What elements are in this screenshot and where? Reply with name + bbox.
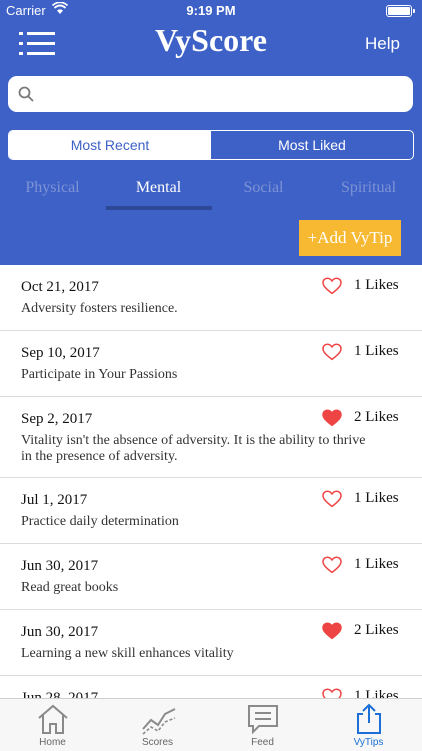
heart-icon[interactable] [322,490,342,508]
list-item[interactable]: Jun 28, 2017 1 Likes [0,676,422,698]
list-item[interactable]: Sep 2, 2017 2 Likes Vitality isn't the a… [0,397,422,478]
app-title: VyScore [155,22,267,58]
heart-icon[interactable] [322,343,342,361]
tip-text: Adversity fosters resilience. [21,301,178,316]
likes-count: 1 Likes [354,490,399,506]
app-header: VyScore Help Most Recent Most Liked Phys… [0,20,422,265]
tip-date: Jun 28, 2017 [21,690,99,698]
heart-icon[interactable] [322,688,342,698]
trend-chart-icon [142,708,176,735]
active-tab-indicator [106,206,212,210]
tab-home-label: Home [39,737,66,748]
likes-count: 1 Likes [354,556,399,572]
likes-count: 1 Likes [354,688,399,698]
home-icon [38,704,68,734]
tip-date: Jun 30, 2017 [21,624,99,640]
list-item[interactable]: Sep 10, 2017 1 Likes Participate in Your… [0,331,422,397]
likes-count: 2 Likes [354,409,399,425]
list-item[interactable]: Jun 30, 2017 2 Likes Learning a new skil… [0,610,422,676]
heart-icon[interactable] [322,277,342,295]
tab-home[interactable]: Home [0,699,105,751]
tip-date: Sep 10, 2017 [21,345,100,361]
heart-icon[interactable] [322,409,342,427]
tab-feed-label: Feed [251,737,274,748]
tip-date: Jul 1, 2017 [21,492,88,508]
list-item[interactable]: Oct 21, 2017 1 Likes Adversity fosters r… [0,265,422,331]
tab-vytips[interactable]: VyTips [316,699,421,751]
bottom-tab-bar: Home Scores Feed VyTips [0,698,422,751]
status-time: 9:19 PM [186,3,236,18]
tip-date: Sep 2, 2017 [21,411,93,427]
list-item[interactable]: Jun 30, 2017 1 Likes Read great books [0,544,422,610]
help-button[interactable]: Help [365,34,400,54]
likes-count: 1 Likes [354,343,399,359]
heart-icon[interactable] [322,556,342,574]
segment-most-liked[interactable]: Most Liked [211,131,413,159]
sort-segmented-control: Most Recent Most Liked [8,130,414,160]
message-icon [248,705,278,735]
status-bar: Carrier 9:19 PM [0,0,422,20]
heart-icon[interactable] [322,622,342,640]
share-icon [357,703,381,734]
tip-text: Practice daily determination [21,514,179,529]
tab-mental[interactable]: Mental [106,179,211,197]
tab-scores[interactable]: Scores [105,699,210,751]
tab-feed[interactable]: Feed [210,699,315,751]
tips-list: Oct 21, 2017 1 Likes Adversity fosters r… [0,265,422,698]
tab-scores-label: Scores [141,737,174,748]
search-field[interactable] [8,76,413,112]
search-icon [18,86,34,102]
tab-physical[interactable]: Physical [0,179,105,197]
tab-vytips-label: VyTips [353,737,384,748]
list-item[interactable]: Jul 1, 2017 1 Likes Practice daily deter… [0,478,422,544]
add-vytip-button[interactable]: +Add VyTip [299,220,401,256]
tab-social[interactable]: Social [211,179,316,197]
tab-spiritual[interactable]: Spiritual [316,179,421,197]
likes-count: 2 Likes [354,622,399,638]
tip-date: Jun 30, 2017 [21,558,99,574]
tip-text: Vitality isn't the absence of adversity.… [21,433,366,464]
tip-text: Read great books [21,580,119,595]
likes-count: 1 Likes [354,277,399,293]
battery-icon [386,5,415,17]
segment-most-recent[interactable]: Most Recent [9,131,211,159]
tip-date: Oct 21, 2017 [21,279,99,295]
tip-text: Learning a new skill enhances vitality [21,646,234,661]
tip-text: Participate in Your Passions [21,367,178,382]
